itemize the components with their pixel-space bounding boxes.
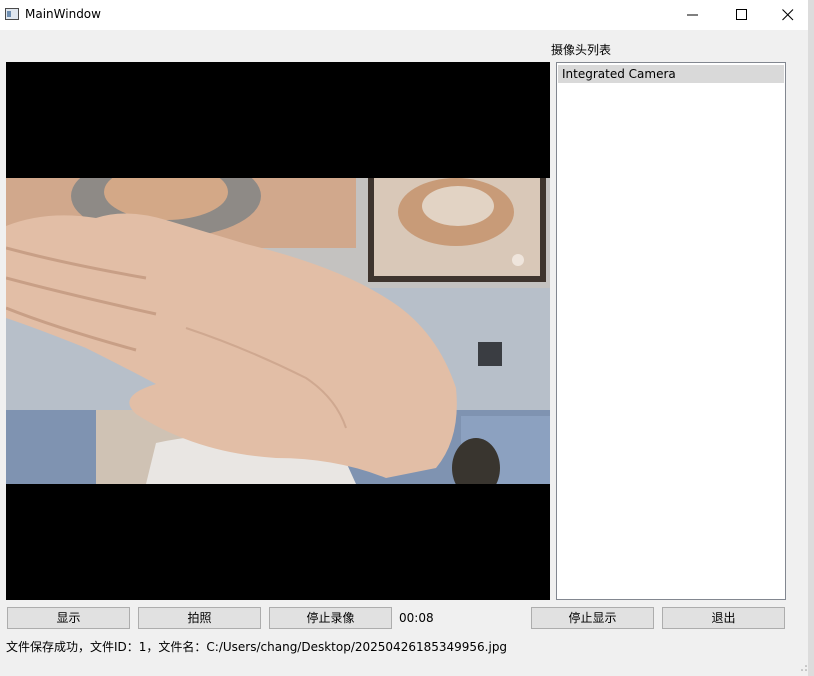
close-button[interactable] xyxy=(765,0,811,30)
app-window-icon xyxy=(5,8,19,20)
camera-list-item[interactable]: Integrated Camera xyxy=(558,65,784,83)
camera-preview xyxy=(6,62,550,600)
camera-list-label: 摄像头列表 xyxy=(551,43,612,57)
camera-list-item-label: Integrated Camera xyxy=(562,67,676,81)
title-bar[interactable]: MainWindow xyxy=(0,0,808,30)
minimize-icon xyxy=(687,14,698,16)
recording-timer: 00:08 xyxy=(399,611,434,625)
resize-grip-icon[interactable] xyxy=(800,664,808,672)
take-photo-button[interactable]: 拍照 xyxy=(138,607,261,629)
camera-video-frame xyxy=(6,178,550,484)
stop-display-button[interactable]: 停止显示 xyxy=(531,607,654,629)
status-message: 文件保存成功，文件ID：1，文件名：C:/Users/chang/Desktop… xyxy=(6,640,508,654)
stop-recording-button[interactable]: 停止录像 xyxy=(269,607,392,629)
exit-button[interactable]: 退出 xyxy=(662,607,785,629)
maximize-icon xyxy=(736,9,747,20)
minimize-button[interactable] xyxy=(670,0,716,30)
maximize-button[interactable] xyxy=(719,0,765,30)
window-title: MainWindow xyxy=(25,7,101,21)
close-icon xyxy=(782,9,794,21)
camera-frame-image xyxy=(6,178,550,484)
camera-list[interactable]: Integrated Camera xyxy=(556,62,786,600)
window-edge xyxy=(808,0,814,676)
show-button[interactable]: 显示 xyxy=(7,607,130,629)
